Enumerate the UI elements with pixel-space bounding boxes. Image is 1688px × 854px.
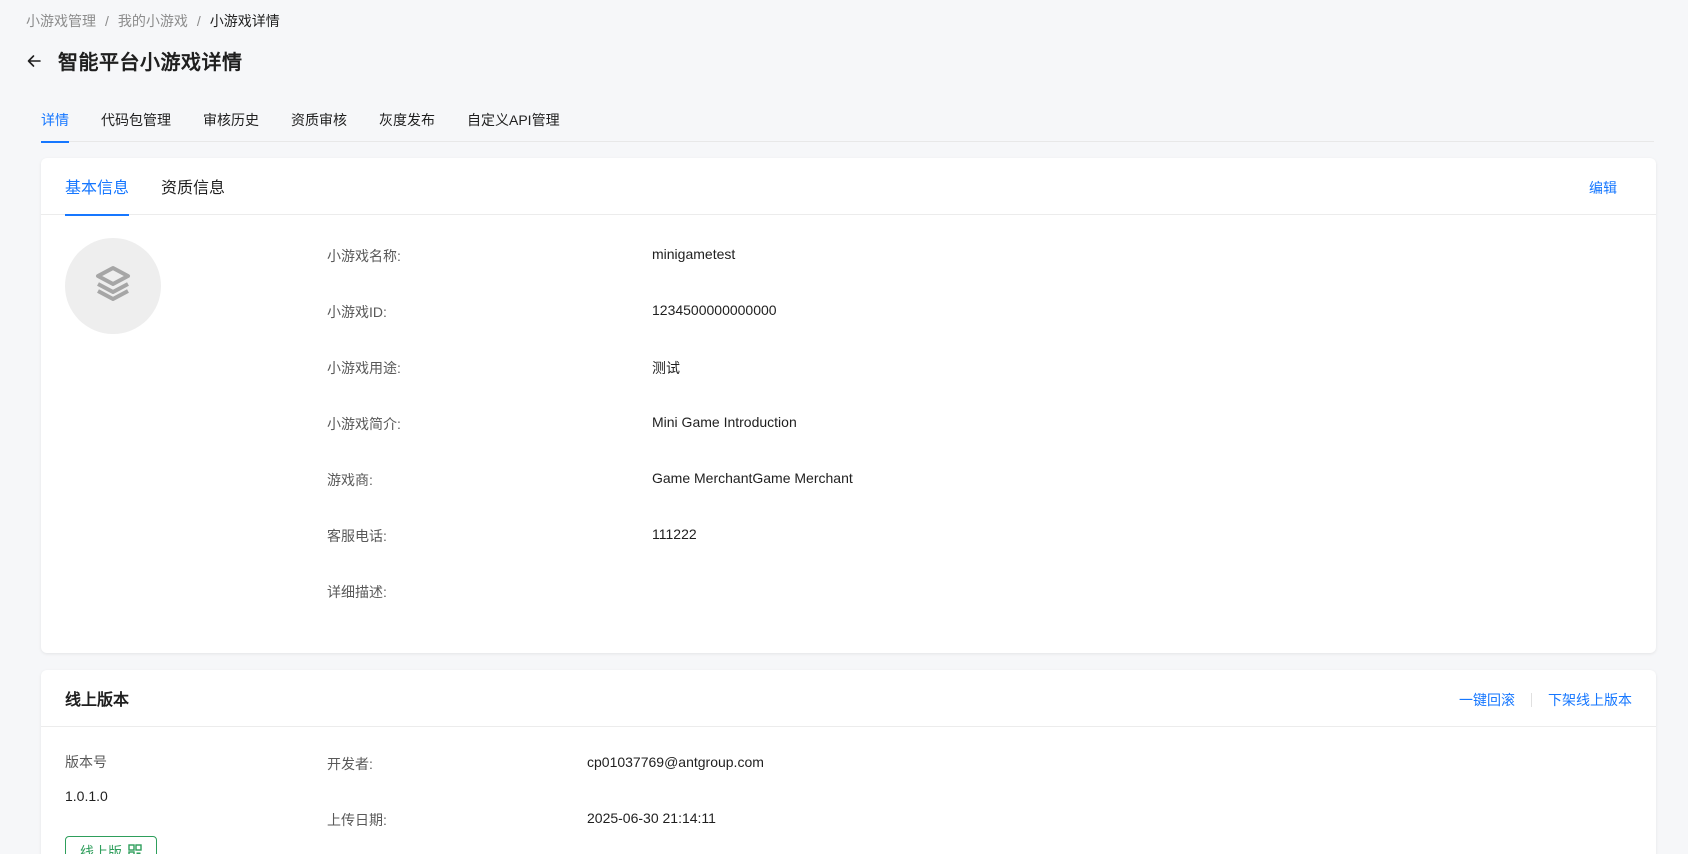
- tab-qualification-review[interactable]: 资质审核: [291, 100, 347, 142]
- tab-custom-api[interactable]: 自定义API管理: [467, 100, 560, 142]
- breadcrumb-separator: /: [196, 13, 201, 29]
- online-version-title: 线上版本: [65, 692, 130, 709]
- version-number-value: 1.0.1.0: [65, 788, 108, 804]
- field-label-id: 小游戏ID:: [327, 304, 387, 320]
- field-label-developer: 开发者:: [327, 756, 373, 772]
- tab-basic-info[interactable]: 基本信息: [65, 158, 130, 216]
- field-value-merchant: Game MerchantGame Merchant: [652, 470, 853, 486]
- online-version-card: 线上版本 一键回滚 下架线上版本 版本号 1.0.1.0 线上版 开发者: cp…: [41, 670, 1656, 854]
- top-tabs: 详情 代码包管理 审核历史 资质审核 灰度发布 自定义API管理: [41, 100, 1654, 143]
- tab-review-history[interactable]: 审核历史: [203, 100, 259, 142]
- page: 小游戏管理 / 我的小游戏 / 小游戏详情 智能平台小游戏详情 详情 代码包管理…: [0, 0, 1688, 854]
- arrow-left-icon[interactable]: [24, 51, 44, 71]
- field-value-name: minigametest: [652, 246, 736, 262]
- edit-button[interactable]: 编辑: [1589, 178, 1617, 198]
- field-label-name: 小游戏名称:: [327, 248, 401, 264]
- field-value-upload-date: 2025-06-30 21:14:11: [587, 810, 716, 826]
- field-label-intro: 小游戏简介:: [327, 416, 401, 432]
- field-label-purpose: 小游戏用途:: [327, 360, 401, 376]
- title-row: 智能平台小游戏详情: [24, 46, 243, 75]
- basic-info-card-header: 基本信息 资质信息 编辑: [41, 158, 1656, 216]
- avatar: [65, 238, 161, 334]
- field-label-upload-date: 上传日期:: [327, 812, 387, 828]
- field-label-description: 详细描述:: [327, 584, 387, 600]
- take-offline-button[interactable]: 下架线上版本: [1548, 690, 1632, 710]
- breadcrumb-separator: /: [105, 13, 109, 29]
- field-value-id: 1234500000000000: [652, 302, 777, 318]
- online-version-badge-label: 线上版: [80, 844, 122, 854]
- field-label-merchant: 游戏商:: [327, 472, 373, 488]
- field-value-intro: Mini Game Introduction: [652, 414, 797, 430]
- rollback-button[interactable]: 一键回滚: [1459, 690, 1515, 710]
- online-version-card-header: 线上版本 一键回滚 下架线上版本: [41, 670, 1656, 727]
- action-divider: [1531, 693, 1532, 707]
- breadcrumb-item-my-games[interactable]: 我的小游戏: [118, 11, 188, 31]
- basic-info-card: 基本信息 资质信息 编辑 小游戏名称: minigametest 小游戏ID: …: [41, 158, 1656, 653]
- field-value-purpose: 测试: [652, 360, 680, 376]
- tab-details[interactable]: 详情: [41, 100, 69, 143]
- layers-icon: [93, 264, 133, 309]
- page-title: 智能平台小游戏详情: [58, 52, 243, 74]
- version-number-label: 版本号: [65, 754, 107, 770]
- field-value-phone: 111222: [652, 526, 697, 542]
- tab-gray-release[interactable]: 灰度发布: [379, 100, 435, 142]
- breadcrumb: 小游戏管理 / 我的小游戏 / 小游戏详情: [26, 11, 280, 31]
- tab-qualification-info[interactable]: 资质信息: [161, 158, 225, 215]
- qrcode-icon: [128, 843, 142, 854]
- tab-code-package[interactable]: 代码包管理: [101, 100, 171, 142]
- breadcrumb-item-current: 小游戏详情: [209, 13, 280, 29]
- field-value-developer: cp01037769@antgroup.com: [587, 754, 764, 770]
- field-label-phone: 客服电话:: [327, 528, 387, 544]
- online-version-actions: 一键回滚 下架线上版本: [1459, 690, 1632, 710]
- breadcrumb-item-game-management[interactable]: 小游戏管理: [26, 11, 96, 31]
- online-version-badge[interactable]: 线上版: [65, 836, 157, 854]
